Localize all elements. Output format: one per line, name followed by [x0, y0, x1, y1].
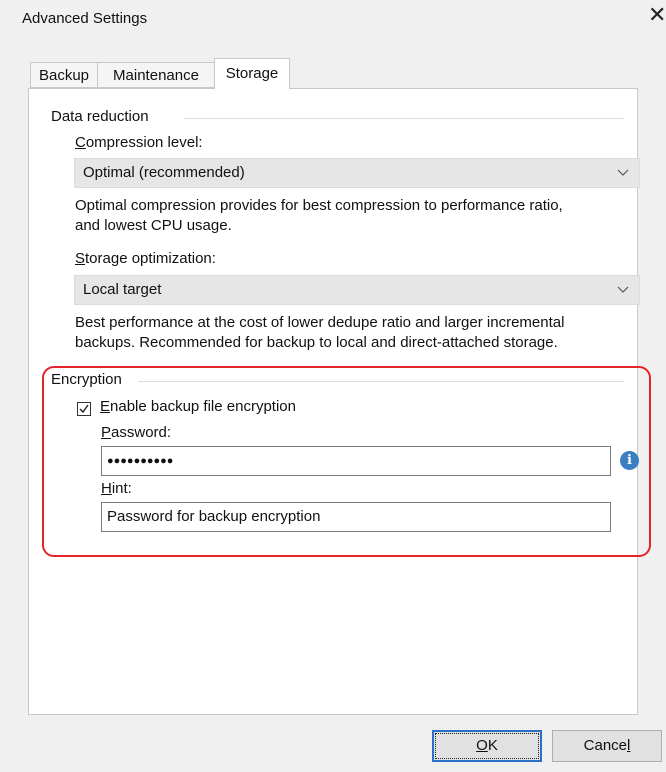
password-input[interactable]: ●●●●●●●●●●	[101, 446, 611, 476]
checkmark-icon	[79, 404, 89, 414]
close-icon[interactable]: ✕	[648, 4, 666, 26]
encryption-group-label: Encryption	[51, 371, 122, 388]
storage-optimization-value: Local target	[83, 281, 162, 298]
compression-description-line2: and lowest CPU usage.	[75, 217, 232, 234]
enable-encryption-label[interactable]: Enable backup file encryption	[100, 398, 296, 415]
storage-optimization-description-line1: Best performance at the cost of lower de…	[75, 314, 565, 331]
data-reduction-group-label: Data reduction	[51, 108, 149, 125]
compression-level-value: Optimal (recommended)	[83, 164, 245, 181]
enable-encryption-checkbox[interactable]	[77, 402, 91, 416]
compression-description-line1: Optimal compression provides for best co…	[75, 197, 563, 214]
storage-optimization-select[interactable]: Local target	[74, 275, 640, 305]
dialog-title: Advanced Settings	[22, 10, 148, 27]
info-icon[interactable]: i	[620, 451, 639, 470]
cancel-button[interactable]: Cancel	[552, 730, 662, 762]
ok-button[interactable]: OK	[432, 730, 542, 762]
chevron-down-icon	[617, 276, 629, 313]
focus-indicator	[435, 733, 539, 759]
encryption-divider	[138, 381, 624, 382]
data-reduction-divider	[184, 118, 624, 119]
storage-optimization-label: Storage optimization:	[75, 250, 216, 267]
tab-backup[interactable]: Backup	[30, 62, 98, 88]
chevron-down-icon	[617, 159, 629, 196]
password-label: Password:	[101, 424, 172, 441]
storage-optimization-description-line2: backups. Recommended for backup to local…	[75, 334, 558, 351]
hint-input[interactable]: Password for backup encryption	[101, 502, 611, 532]
tab-maintenance[interactable]: Maintenance	[97, 62, 215, 88]
tab-storage[interactable]: Storage	[214, 58, 290, 89]
compression-level-select[interactable]: Optimal (recommended)	[74, 158, 640, 188]
hint-label: Hint:	[101, 480, 132, 497]
compression-level-label: Compression level:	[75, 134, 203, 151]
